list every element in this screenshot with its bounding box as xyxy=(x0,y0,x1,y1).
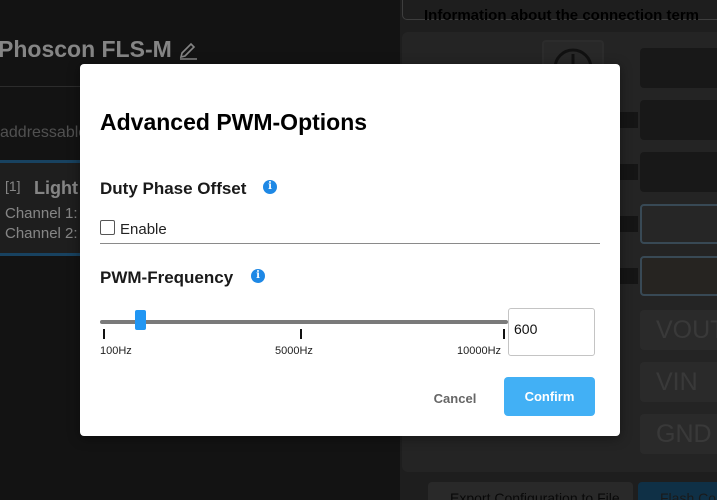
info-icon[interactable]: i xyxy=(263,180,277,194)
dialog-title: Advanced PWM-Options xyxy=(100,109,368,135)
enable-checkbox-label[interactable]: Enable xyxy=(120,221,167,238)
slider-mid-label: 5000Hz xyxy=(275,345,313,357)
info-icon[interactable]: i xyxy=(251,269,265,283)
duty-phase-heading: Duty Phase Offset xyxy=(100,179,247,198)
cancel-button[interactable]: Cancel xyxy=(422,386,488,410)
pwm-frequency-heading: PWM-Frequency xyxy=(100,268,234,287)
slider-min-label: 100Hz xyxy=(100,345,132,357)
frequency-slider-track[interactable] xyxy=(100,320,508,324)
frequency-input[interactable] xyxy=(508,308,595,356)
slider-tick-mid xyxy=(300,329,302,339)
section-divider xyxy=(100,243,600,244)
slider-tick-max xyxy=(503,329,505,339)
advanced-pwm-dialog: Advanced PWM-Options Duty Phase Offset i… xyxy=(80,64,620,436)
enable-checkbox[interactable] xyxy=(100,220,115,235)
frequency-slider-thumb[interactable] xyxy=(134,310,146,330)
confirm-button[interactable]: Confirm xyxy=(504,377,595,416)
slider-tick-min xyxy=(103,329,105,339)
slider-max-label: 10000Hz xyxy=(457,345,502,357)
